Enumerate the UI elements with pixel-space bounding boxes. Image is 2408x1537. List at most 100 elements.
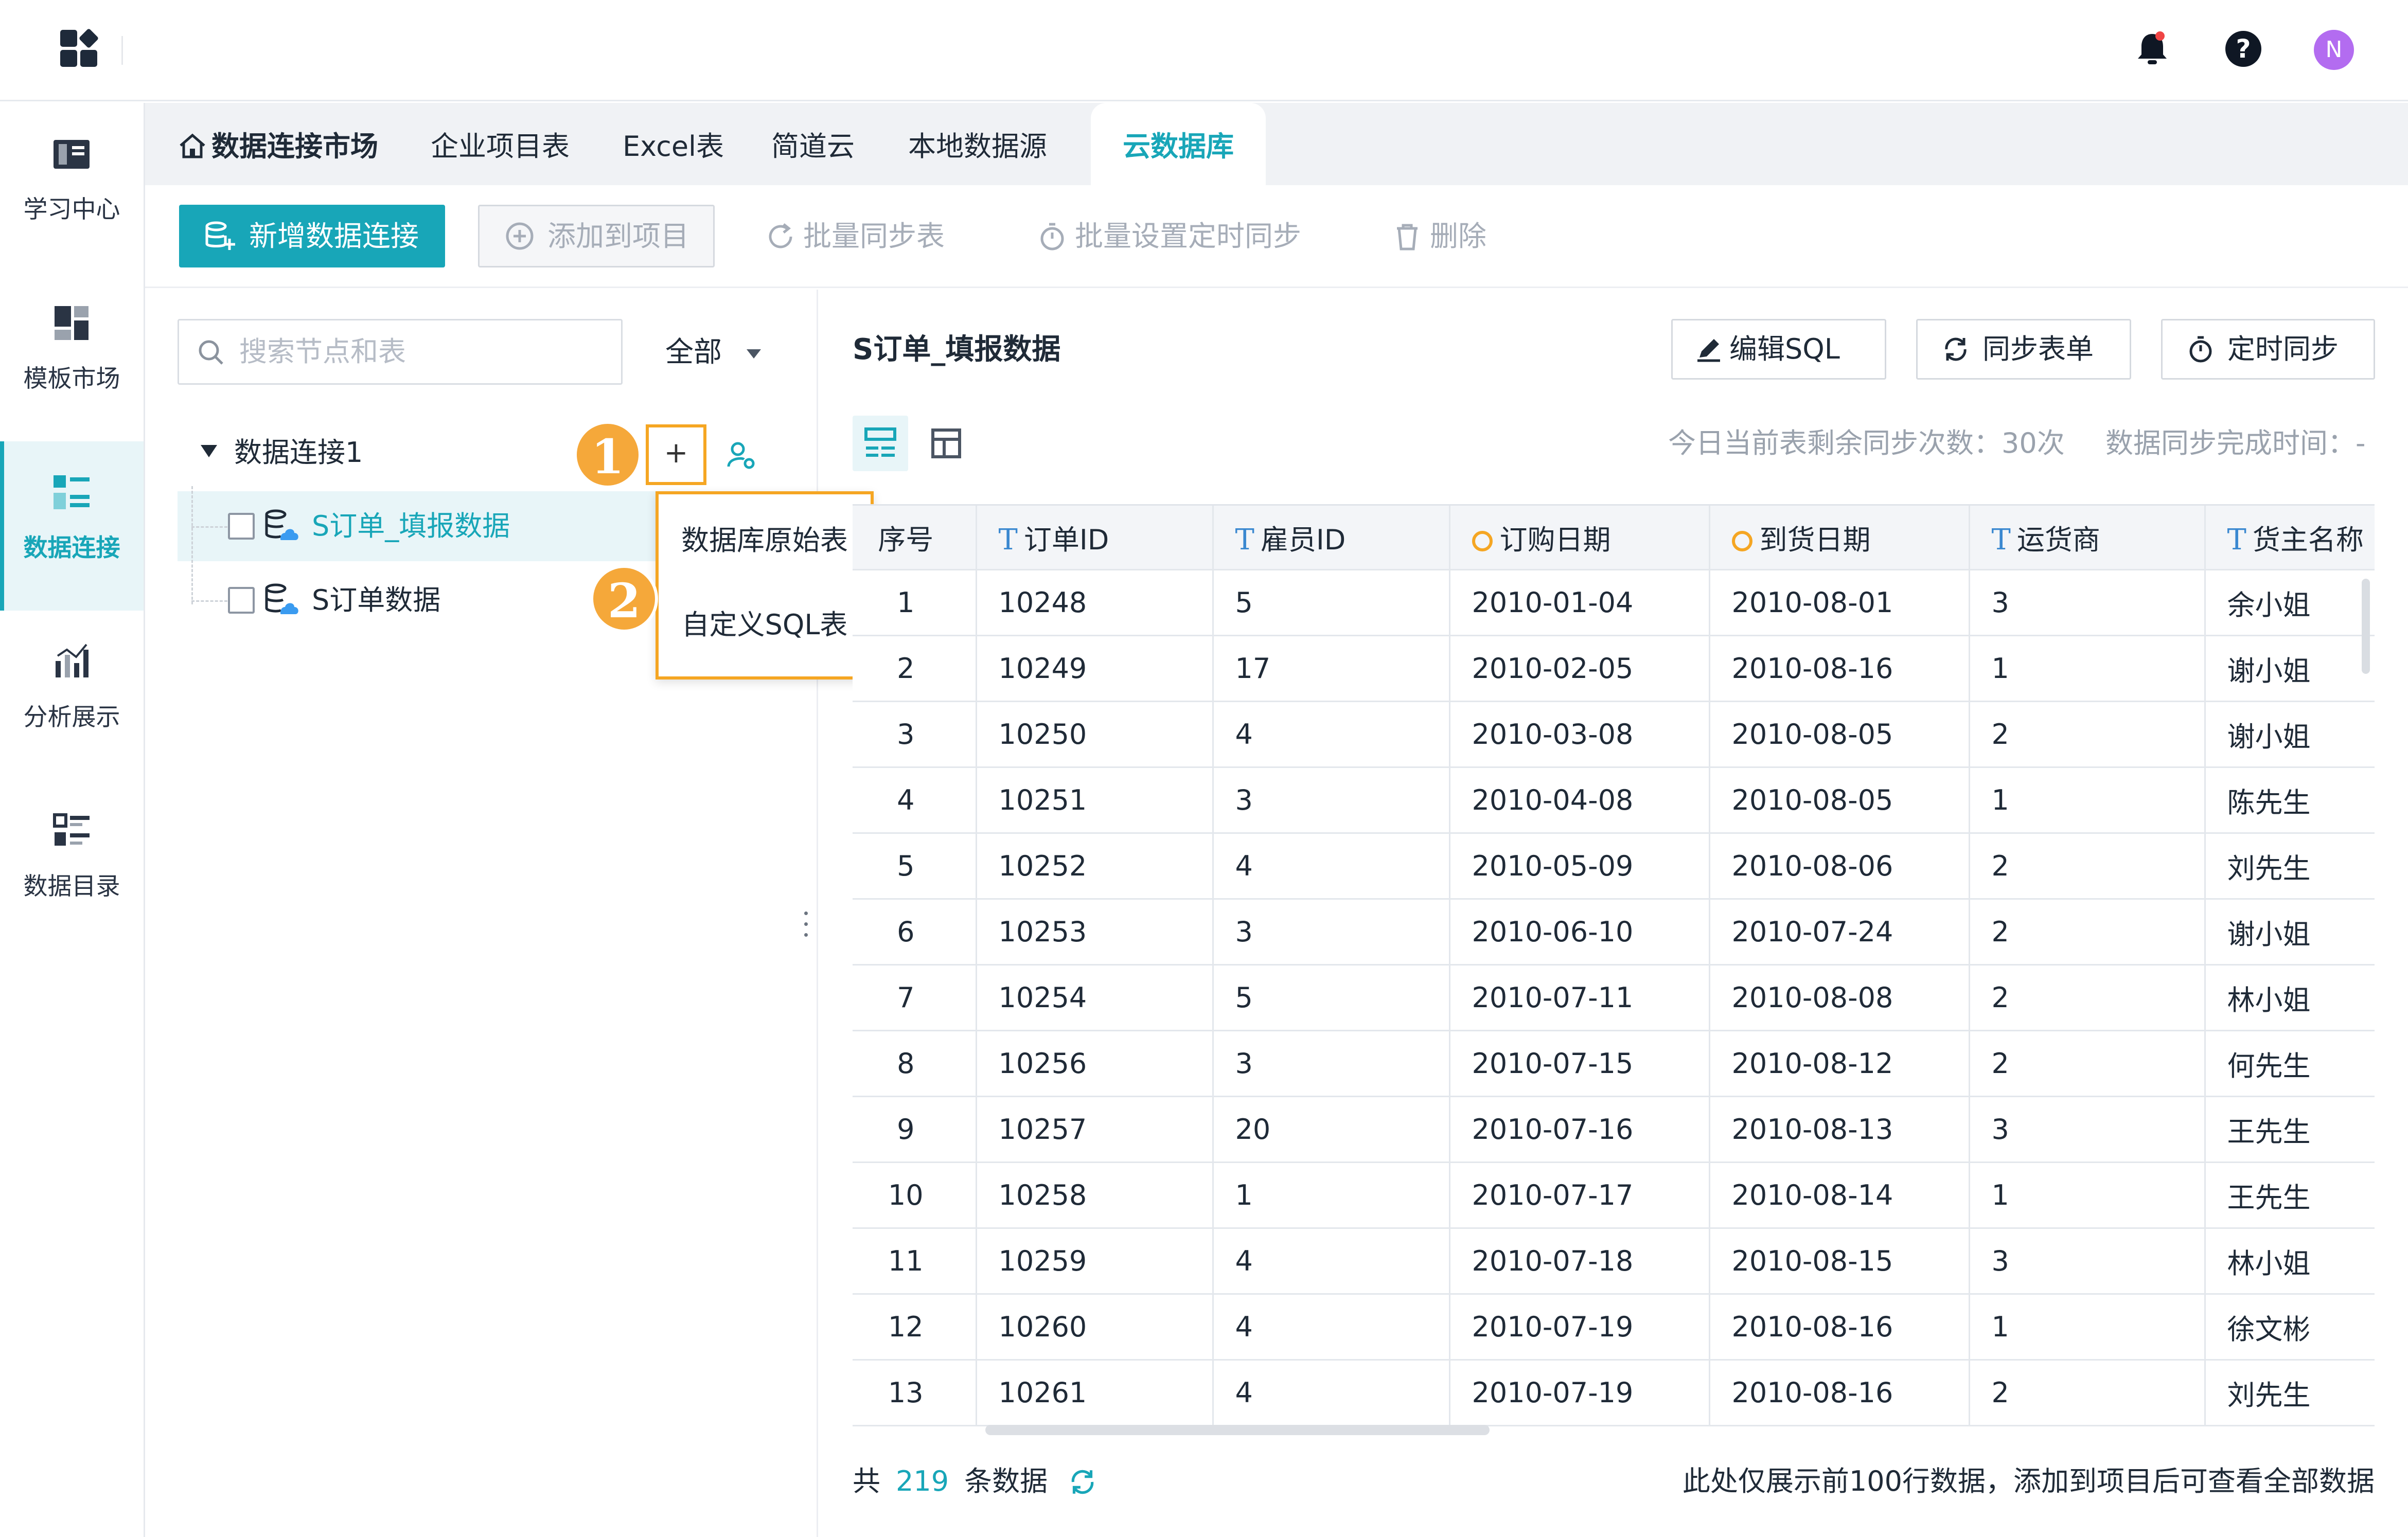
table-cell[interactable]: 10 <box>853 1162 977 1229</box>
table-cell[interactable]: 4 <box>1213 1228 1450 1295</box>
help-icon[interactable]: ? <box>2225 31 2261 67</box>
table-cell[interactable]: 2010-08-13 <box>1709 1096 1970 1163</box>
tree-item-label[interactable]: S订单_填报数据 <box>312 491 510 561</box>
table-cell[interactable]: 5 <box>853 833 977 900</box>
table-cell[interactable]: 2010-08-01 <box>1709 569 1970 636</box>
user-settings-icon[interactable] <box>725 440 756 471</box>
filter-dropdown[interactable]: 全部 <box>665 319 761 385</box>
table-cell[interactable]: 2010-08-08 <box>1709 964 1970 1031</box>
table-cell[interactable]: 2 <box>1969 964 2206 1031</box>
edit-sql-button[interactable]: 编辑SQL <box>1671 319 1886 380</box>
table-cell[interactable]: 2010-03-08 <box>1449 701 1710 768</box>
table-row[interactable]: 4 10251 3 2010-04-08 2010-08-05 1 陈先生 <box>853 767 2375 834</box>
table-cell[interactable]: 2010-07-18 <box>1449 1228 1710 1295</box>
nav-item-template-market[interactable]: 模板市场 <box>0 272 144 441</box>
table-cell[interactable]: 1 <box>1969 1294 2206 1361</box>
table-cell[interactable]: 2010-08-06 <box>1709 833 1970 900</box>
column-header[interactable]: 序号 <box>853 506 977 570</box>
table-cell[interactable]: 12 <box>853 1294 977 1361</box>
table-cell[interactable]: 3 <box>1213 767 1450 834</box>
column-header[interactable]: T 订单ID <box>976 506 1214 570</box>
table-cell[interactable]: 3 <box>1969 1096 2206 1163</box>
table-cell[interactable]: 20 <box>1213 1096 1450 1163</box>
table-cell[interactable]: 10251 <box>976 767 1214 834</box>
table-row[interactable]: 12 10260 4 2010-07-19 2010-08-16 1 徐文彬 <box>853 1294 2375 1361</box>
table-row[interactable]: 3 10250 4 2010-03-08 2010-08-05 2 谢小姐 <box>853 701 2375 768</box>
table-cell[interactable]: 2010-04-08 <box>1449 767 1710 834</box>
table-cell[interactable]: 3 <box>853 701 977 768</box>
column-header[interactable]: T 雇员ID <box>1213 506 1450 570</box>
tab-local-datasource[interactable]: 本地数据源 <box>908 103 1047 185</box>
table-row[interactable]: 1 10248 5 2010-01-04 2010-08-01 3 余小姐 <box>853 569 2375 636</box>
table-cell[interactable]: 8 <box>853 1030 977 1097</box>
delete-button[interactable]: 删除 <box>1392 205 1486 267</box>
table-cell[interactable]: 2 <box>853 635 977 702</box>
table-cell[interactable]: 陈先生 <box>2205 767 2375 834</box>
table-row[interactable]: 7 10254 5 2010-07-11 2010-08-08 2 林小姐 <box>853 964 2375 1031</box>
table-cell[interactable]: 2010-07-19 <box>1449 1360 1710 1426</box>
table-cell[interactable]: 林小姐 <box>2205 1228 2375 1295</box>
tab-enterprise-project[interactable]: 企业项目表 <box>431 103 570 185</box>
table-cell[interactable]: 3 <box>1969 1228 2206 1295</box>
table-cell[interactable]: 2010-07-15 <box>1449 1030 1710 1097</box>
table-cell[interactable]: 2010-02-05 <box>1449 635 1710 702</box>
table-cell[interactable]: 2010-05-09 <box>1449 833 1710 900</box>
table-row[interactable]: 13 10261 4 2010-07-19 2010-08-16 2 刘先生 <box>853 1360 2375 1426</box>
table-cell[interactable]: 4 <box>1213 1294 1450 1361</box>
table-cell[interactable]: 10248 <box>976 569 1214 636</box>
table-cell[interactable]: 2010-07-11 <box>1449 964 1710 1031</box>
new-connection-button[interactable]: 新增数据连接 <box>179 205 445 267</box>
tree-item-label[interactable]: S订单数据 <box>312 565 440 635</box>
table-row[interactable]: 9 10257 20 2010-07-16 2010-08-13 3 王先生 <box>853 1096 2375 1163</box>
table-cell[interactable]: 4 <box>853 767 977 834</box>
table-cell[interactable]: 10254 <box>976 964 1214 1031</box>
table-cell[interactable]: 10249 <box>976 635 1214 702</box>
refresh-icon[interactable] <box>1067 1466 1099 1498</box>
table-cell[interactable]: 谢小姐 <box>2205 635 2375 702</box>
table-cell[interactable]: 5 <box>1213 964 1450 1031</box>
table-cell[interactable]: 王先生 <box>2205 1096 2375 1163</box>
table-cell[interactable]: 11 <box>853 1228 977 1295</box>
table-row[interactable]: 2 10249 17 2010-02-05 2010-08-16 1 谢小姐 <box>853 635 2375 702</box>
batch-schedule-button[interactable]: 批量设置定时同步 <box>1037 205 1301 267</box>
table-cell[interactable]: 2010-08-12 <box>1709 1030 1970 1097</box>
tab-excel[interactable]: Excel表 <box>623 103 724 185</box>
table-cell[interactable]: 谢小姐 <box>2205 899 2375 966</box>
tab-jiandaoyun[interactable]: 简道云 <box>771 103 855 185</box>
vertical-scrollbar[interactable] <box>2362 579 2370 674</box>
column-header[interactable]: 到货日期 <box>1709 506 1970 570</box>
table-cell[interactable]: 1 <box>1969 1162 2206 1229</box>
table-cell[interactable]: 3 <box>1213 899 1450 966</box>
expand-caret-icon[interactable] <box>201 445 217 457</box>
table-row[interactable]: 11 10259 4 2010-07-18 2010-08-15 3 林小姐 <box>853 1228 2375 1295</box>
table-row[interactable]: 8 10256 3 2010-07-15 2010-08-12 2 何先生 <box>853 1030 2375 1097</box>
table-row[interactable]: 10 10258 1 2010-07-17 2010-08-14 1 王先生 <box>853 1162 2375 1229</box>
table-cell[interactable]: 林小姐 <box>2205 964 2375 1031</box>
table-cell[interactable]: 4 <box>1213 1360 1450 1426</box>
app-grid-icon[interactable] <box>59 28 99 68</box>
table-cell[interactable]: 2010-07-24 <box>1709 899 1970 966</box>
table-row[interactable]: 5 10252 4 2010-05-09 2010-08-06 2 刘先生 <box>853 833 2375 900</box>
table-cell[interactable]: 徐文彬 <box>2205 1294 2375 1361</box>
table-cell[interactable]: 10256 <box>976 1030 1214 1097</box>
table-cell[interactable]: 6 <box>853 899 977 966</box>
column-header[interactable]: T 运货商 <box>1969 506 2206 570</box>
column-header[interactable]: T 货主名称 <box>2205 506 2375 570</box>
table-cell[interactable]: 刘先生 <box>2205 1360 2375 1426</box>
table-cell[interactable]: 2010-08-15 <box>1709 1228 1970 1295</box>
table-cell[interactable]: 4 <box>1213 833 1450 900</box>
tab-cloud-database[interactable]: 云数据库 <box>1091 103 1266 185</box>
menu-item-custom-sql[interactable]: 自定义SQL表 <box>659 599 871 651</box>
table-cell[interactable]: 2 <box>1969 1360 2206 1426</box>
table-cell[interactable]: 2010-08-16 <box>1709 1294 1970 1361</box>
table-cell[interactable]: 2010-06-10 <box>1449 899 1710 966</box>
table-cell[interactable]: 10258 <box>976 1162 1214 1229</box>
nav-item-learning-center[interactable]: 学习中心 <box>0 103 144 272</box>
table-cell[interactable]: 10261 <box>976 1360 1214 1426</box>
table-cell[interactable]: 10260 <box>976 1294 1214 1361</box>
table-cell[interactable]: 4 <box>1213 701 1450 768</box>
table-cell[interactable]: 5 <box>1213 569 1450 636</box>
table-cell[interactable]: 2 <box>1969 701 2206 768</box>
scheduled-sync-button[interactable]: 定时同步 <box>2161 319 2375 380</box>
nav-item-data-catalog[interactable]: 数据目录 <box>0 780 144 949</box>
